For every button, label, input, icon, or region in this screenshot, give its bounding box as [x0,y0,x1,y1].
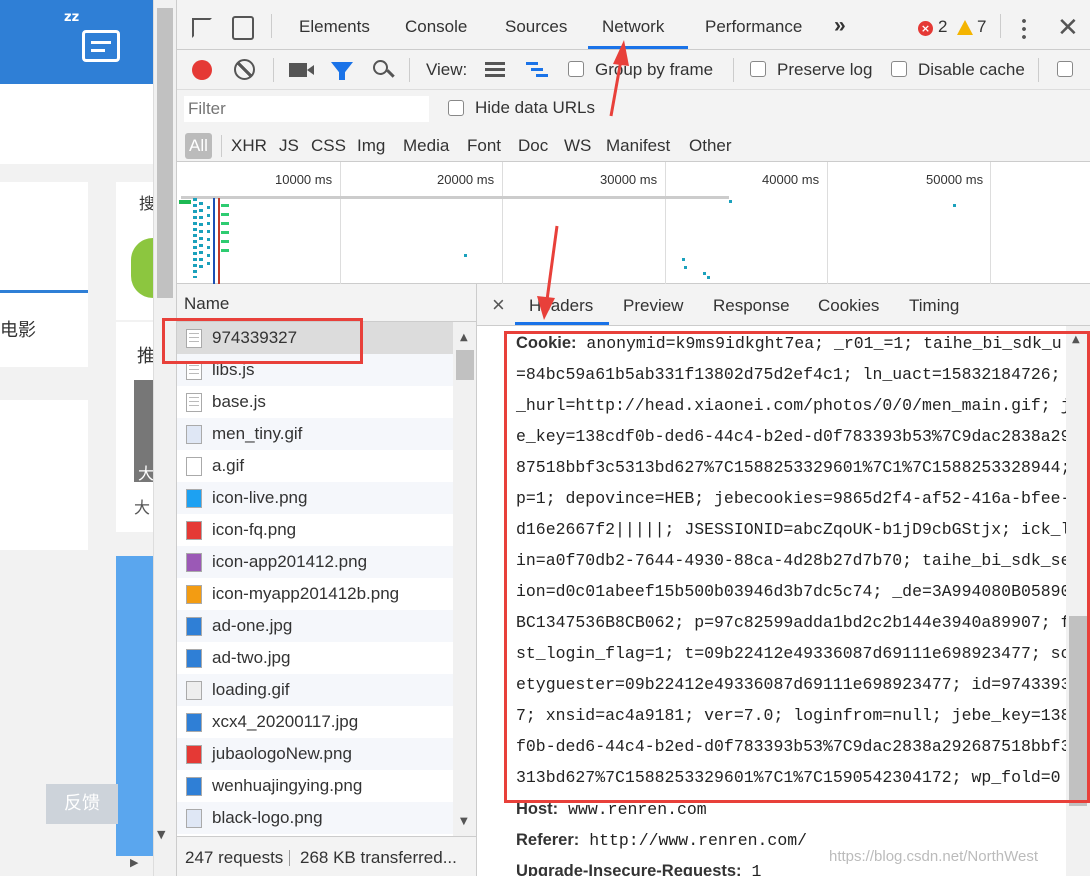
zz-label: zz [64,10,80,25]
devtools-panel: Elements Console Sources Network Perform… [162,0,1090,876]
movie-nav-label[interactable]: 电影 [0,316,36,342]
thumbnail-caption: 大 [138,464,153,483]
page-scrollbar-thumb[interactable] [157,8,173,298]
green-app-icon[interactable] [131,238,153,298]
search-label: 搜 [139,194,153,213]
page-scrollbar[interactable]: ▼ ▶ [130,0,177,876]
feedback-button[interactable]: 反馈 [46,784,118,824]
push-label: 推 [137,346,153,367]
annotation-arrows [537,40,629,320]
scroll-down-arrow[interactable]: ▼ [157,828,165,841]
scroll-right-arrow[interactable]: ▶ [130,856,138,869]
thumbnail-title: 大 [134,498,151,517]
banner-image[interactable] [116,556,153,856]
chat-icon[interactable] [82,30,120,62]
webpage-area: zz 电影 搜 推 大 大 反馈 [0,0,153,876]
